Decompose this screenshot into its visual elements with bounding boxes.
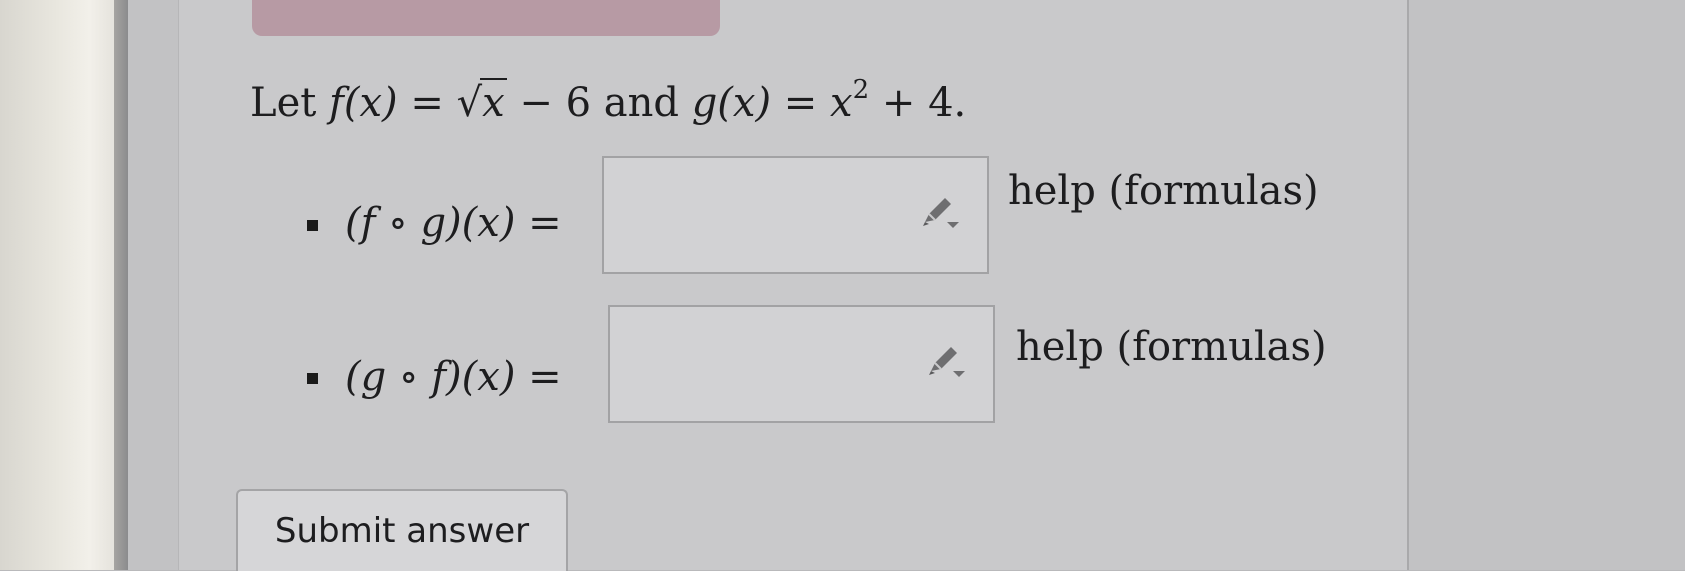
list-bullet [307,373,318,384]
g-of-x: g(x) [691,80,772,126]
and-word: and [591,80,692,126]
question-label-fog: (f ∘ g)(x) = [345,200,562,246]
problem-prefix: Let [250,80,330,126]
question-label-gof: (g ∘ f)(x) = [345,354,562,400]
help-formulas-link-gof[interactable]: help (formulas) [1016,324,1327,370]
device-bezel [0,0,128,570]
submit-answer-button[interactable]: Submit answer [236,489,568,571]
f-of-x: f(x) [329,80,398,126]
pencil-dropdown-icon[interactable] [927,343,967,379]
answer-box-gof[interactable] [608,305,995,423]
sqrt-expression: √x [456,78,507,126]
pencil-dropdown-icon[interactable] [921,194,961,230]
help-formulas-link-fog[interactable]: help (formulas) [1008,168,1319,214]
top-banner [252,0,720,36]
list-bullet [307,220,318,231]
answer-box-fog[interactable] [602,156,989,274]
problem-statement: Let f(x) = √x − 6 and g(x) = x2 + 4. [250,74,967,126]
